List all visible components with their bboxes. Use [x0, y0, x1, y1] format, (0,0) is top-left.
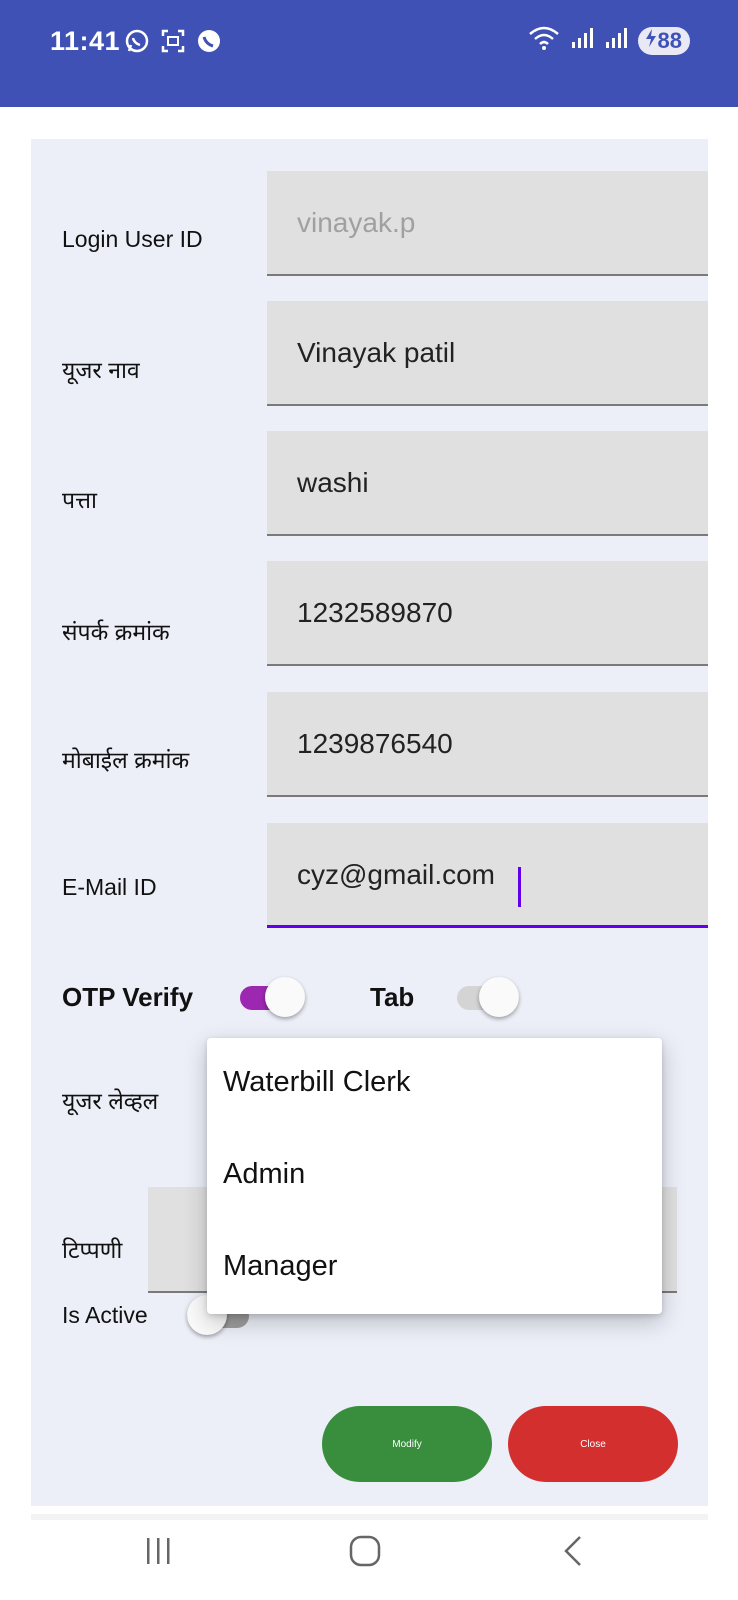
battery-level: 88 [657, 27, 682, 53]
wifi-icon [528, 26, 560, 55]
signal-icon [604, 26, 628, 55]
otp-verify-label: OTP Verify [62, 982, 194, 1012]
tab-switch[interactable] [457, 977, 519, 1017]
login-user-id-field [267, 171, 708, 276]
dropdown-option-admin[interactable]: Admin [223, 1158, 305, 1191]
whatsapp-icon [124, 28, 150, 54]
contact-number-input[interactable] [297, 597, 697, 629]
remark-label: टिप्पणी [62, 1237, 123, 1263]
back-icon[interactable] [558, 1534, 588, 1573]
contact-number-field[interactable] [267, 561, 708, 666]
text-cursor [518, 867, 521, 907]
user-name-field[interactable] [267, 301, 708, 406]
user-name-input[interactable] [297, 337, 697, 369]
login-user-id-label: Login User ID [62, 226, 203, 252]
address-label: पत्ता [62, 487, 97, 513]
login-user-id-input [297, 207, 697, 239]
mobile-number-field[interactable] [267, 692, 708, 797]
status-icons-left [124, 28, 222, 54]
address-input[interactable] [297, 467, 697, 499]
battery-charging-icon [644, 28, 658, 54]
mobile-number-input[interactable] [297, 728, 697, 760]
screenshot-icon [160, 28, 186, 54]
otp-verify-switch[interactable] [240, 977, 305, 1017]
contact-number-label: संपर्क क्रमांक [62, 619, 170, 645]
dropdown-option-manager[interactable]: Manager [223, 1250, 337, 1283]
address-field[interactable] [267, 431, 708, 536]
recents-icon[interactable] [143, 1534, 175, 1571]
tab-label: Tab [370, 982, 415, 1012]
user-level-dropdown-menu: Waterbill Clerk Admin Manager [207, 1038, 662, 1314]
status-time: 11:41 [50, 26, 121, 56]
user-level-label: यूजर लेव्हल [62, 1088, 159, 1114]
battery-indicator: 88 [637, 26, 690, 55]
mobile-number-label: मोबाईल क्रमांक [62, 747, 190, 773]
signal-icon [570, 26, 594, 55]
viber-icon [196, 28, 222, 54]
close-button[interactable]: Close [508, 1406, 678, 1482]
is-active-label: Is Active [62, 1302, 148, 1328]
modify-button[interactable]: Modify [322, 1406, 492, 1482]
user-name-label: यूजर नाव [62, 357, 140, 383]
dropdown-option-waterbill-clerk[interactable]: Waterbill Clerk [223, 1066, 410, 1099]
home-icon[interactable] [348, 1534, 382, 1573]
system-nav-bar [0, 1514, 738, 1600]
email-label: E-Mail ID [62, 874, 157, 900]
email-field[interactable] [267, 823, 708, 928]
email-input[interactable] [297, 859, 697, 891]
status-bar: 11:41 88 [0, 0, 738, 107]
status-icons-right: 88 [528, 26, 690, 55]
